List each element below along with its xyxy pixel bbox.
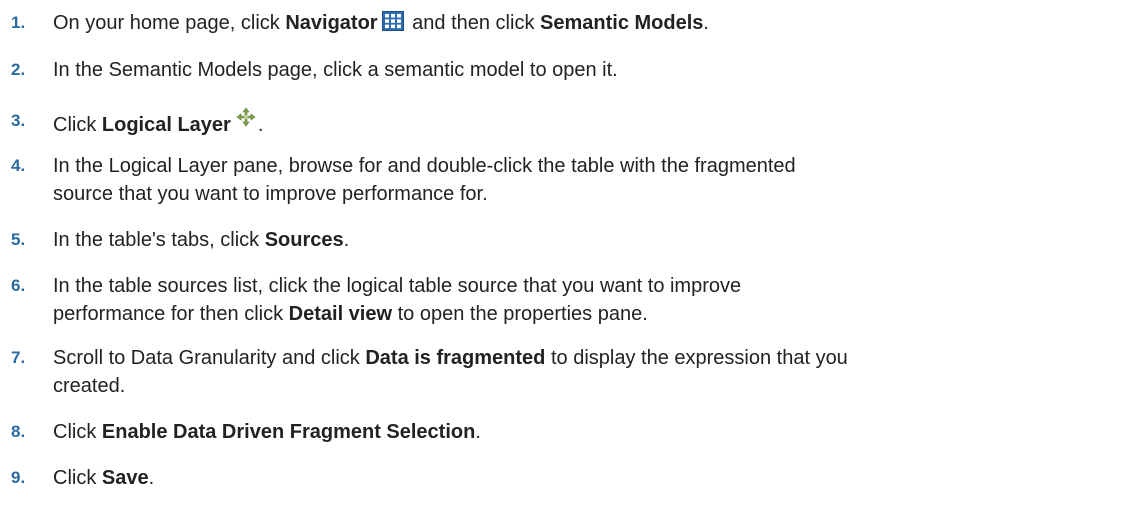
- logical-layer-label: Logical Layer: [101, 114, 231, 136]
- step-text: Scroll to Data Granularity and click Dat…: [53, 347, 848, 397]
- save-label: Save: [101, 467, 149, 489]
- step-number: 3.: [11, 111, 26, 130]
- step-6: 6. In the table sources list, click the …: [0, 272, 1113, 328]
- step-9: 9. Click Save.: [0, 464, 1113, 492]
- step-number: 9.: [11, 468, 26, 487]
- step-8: 8. Click Enable Data Driven Fragment Sel…: [0, 418, 1113, 446]
- data-is-fragmented-label: Data is fragmented: [365, 347, 546, 369]
- step-number: 7.: [11, 348, 26, 367]
- step-1: 1. On your home page, click Navigator an…: [0, 9, 1113, 37]
- enable-data-driven-fragment-selection-label: Enable Data Driven Fragment Selection: [101, 421, 476, 443]
- step-number: 4.: [11, 156, 26, 175]
- step-text: Click Enable Data Driven Fragment Select…: [53, 421, 481, 443]
- logical-layer-move-icon: [236, 107, 256, 127]
- step-text: Click Logical Layer .: [53, 107, 1113, 139]
- step-5: 5. In the table's tabs, click Sources.: [0, 226, 1113, 254]
- detail-view-label: Detail view: [288, 303, 393, 325]
- step-text: On your home page, click Navigator and t…: [53, 11, 709, 34]
- step-3: 3. Click Logical Layer .: [0, 107, 1113, 139]
- step-number: 5.: [11, 230, 26, 249]
- navigator-label: Navigator: [285, 12, 378, 34]
- navigator-grid-icon: [381, 11, 404, 31]
- step-text: Click Save.: [53, 467, 155, 489]
- step-2: 2. In the Semantic Models page, click a …: [0, 56, 1113, 84]
- step-number: 2.: [11, 60, 26, 79]
- step-4: 4. In the Logical Layer pane, browse for…: [0, 152, 1113, 208]
- step-number: 8.: [11, 422, 26, 441]
- step-text: In the table's tabs, click Sources.: [53, 229, 350, 251]
- step-number: 6.: [11, 276, 26, 295]
- procedure-steps: 1. On your home page, click Navigator an…: [0, 0, 1131, 529]
- step-text: In the Logical Layer pane, browse for an…: [53, 155, 796, 205]
- step-7: 7. Scroll to Data Granularity and click …: [0, 344, 1113, 400]
- step-text: In the table sources list, click the log…: [53, 275, 742, 325]
- semantic-models-label: Semantic Models: [540, 12, 704, 34]
- sources-label: Sources: [264, 229, 344, 251]
- step-text: In the Semantic Models page, click a sem…: [53, 59, 618, 81]
- step-number: 1.: [11, 13, 26, 32]
